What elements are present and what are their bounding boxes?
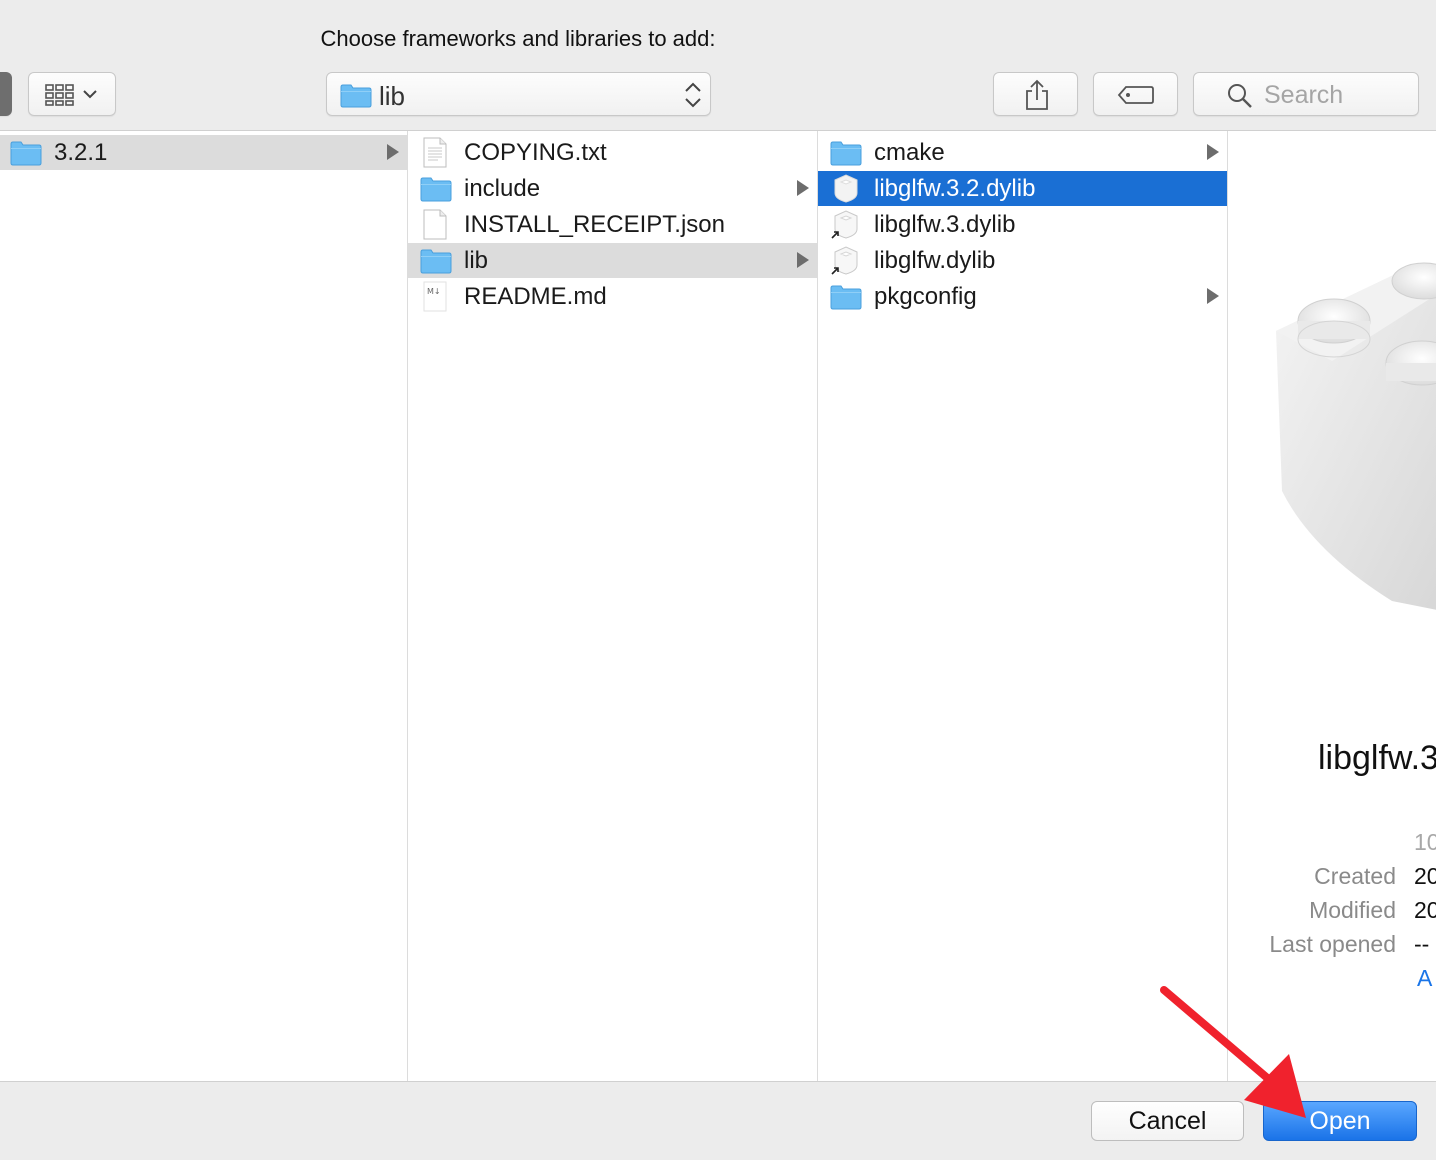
list-item-libglfw-dylib[interactable]: libglfw.dylib (818, 243, 1227, 278)
view-options-button[interactable] (28, 72, 116, 116)
column-2[interactable]: COPYING.txt include INSTALL_RECEIPT.json… (408, 131, 818, 1081)
grid-view-icon (45, 84, 74, 106)
list-item-lib[interactable]: lib (408, 243, 817, 278)
list-item-pkgconfig[interactable]: pkgconfig (818, 279, 1227, 314)
list-item-label: INSTALL_RECEIPT.json (464, 211, 725, 238)
search-field[interactable]: Search (1193, 72, 1419, 116)
markdown-file-icon: M↓ (423, 281, 447, 312)
text-file-icon (423, 137, 447, 168)
last-opened-label: Last opened (1269, 931, 1396, 957)
list-item-label: README.md (464, 283, 607, 310)
disclosure-arrow-icon (1207, 144, 1219, 160)
preview-file-size: 10 (1414, 829, 1436, 855)
folder-icon (830, 285, 862, 310)
list-item-label: pkgconfig (874, 283, 977, 310)
list-item-libglfw-3-2-dylib[interactable]: libglfw.3.2.dylib (818, 171, 1227, 206)
list-item-label: cmake (874, 139, 945, 166)
folder-icon (340, 84, 372, 108)
up-down-chevron-icon (685, 82, 701, 108)
list-item-label: 3.2.1 (54, 139, 108, 166)
disclosure-arrow-icon (1207, 288, 1219, 304)
created-label: Created (1314, 863, 1396, 889)
file-icon (423, 209, 447, 240)
created-value: 20 (1414, 863, 1436, 889)
tag-button[interactable] (1093, 72, 1178, 116)
list-item-3-2-1[interactable]: 3.2.1 (0, 135, 407, 170)
search-placeholder: Search (1264, 81, 1344, 109)
library-alias-icon (831, 210, 858, 239)
share-button[interactable] (993, 72, 1078, 116)
open-button[interactable]: Open (1263, 1101, 1417, 1141)
disclosure-arrow-icon (797, 252, 809, 268)
library-brick-icon (1276, 262, 1436, 610)
library-alias-icon (831, 246, 858, 275)
path-popup[interactable]: lib (326, 72, 711, 116)
tag-icon (1117, 86, 1154, 104)
list-item-cmake[interactable]: cmake (818, 135, 1227, 170)
list-item-label: lib (464, 247, 489, 274)
modified-value: 20 (1414, 897, 1436, 923)
list-item-label: libglfw.3.2.dylib (874, 175, 1036, 202)
modified-label: Modified (1309, 897, 1396, 923)
last-opened-value: -- (1414, 931, 1430, 957)
list-item-include[interactable]: include (408, 171, 817, 206)
list-item-libglfw-3-dylib[interactable]: libglfw.3.dylib (818, 207, 1227, 242)
preview-file-name: libglfw.3 (1318, 739, 1436, 777)
folder-icon (830, 141, 862, 166)
cancel-button[interactable]: Cancel (1091, 1101, 1244, 1141)
list-item-readme-md[interactable]: M↓ README.md (408, 279, 817, 314)
disclosure-arrow-icon (797, 180, 809, 196)
disclosure-arrow-icon (387, 144, 399, 160)
list-item-label: libglfw.dylib (874, 247, 996, 274)
column-3[interactable]: cmake libglfw.3.2.dylib libglfw.3.dylib (818, 131, 1228, 1081)
path-popup-label: lib (379, 81, 406, 111)
list-item-label: libglfw.3.dylib (874, 211, 1016, 238)
list-item-copying-txt[interactable]: COPYING.txt (408, 135, 817, 170)
search-icon (1228, 84, 1252, 108)
column-1[interactable]: 3.2.1 (0, 131, 408, 1081)
share-icon (1026, 79, 1048, 110)
list-item-install-receipt[interactable]: INSTALL_RECEIPT.json (408, 207, 817, 242)
folder-icon (420, 249, 452, 274)
preview-pane: libglfw.3 10 Created 20 Modified 20 Last… (1228, 131, 1436, 1081)
dialog-title: Choose frameworks and libraries to add: (320, 26, 716, 51)
sidebar-toggle-button[interactable] (0, 72, 12, 116)
column-browser: 3.2.1 COPYING.txt include INSTALL_RECEIP… (0, 130, 1436, 1082)
chevron-down-icon (83, 90, 97, 99)
folder-icon (10, 141, 42, 166)
folder-icon (420, 177, 452, 202)
library-file-icon (834, 174, 858, 203)
list-item-label: COPYING.txt (464, 139, 607, 166)
list-item-label: include (464, 175, 541, 202)
svg-text:M↓: M↓ (427, 287, 441, 296)
add-tags-link[interactable]: A (1417, 965, 1432, 992)
